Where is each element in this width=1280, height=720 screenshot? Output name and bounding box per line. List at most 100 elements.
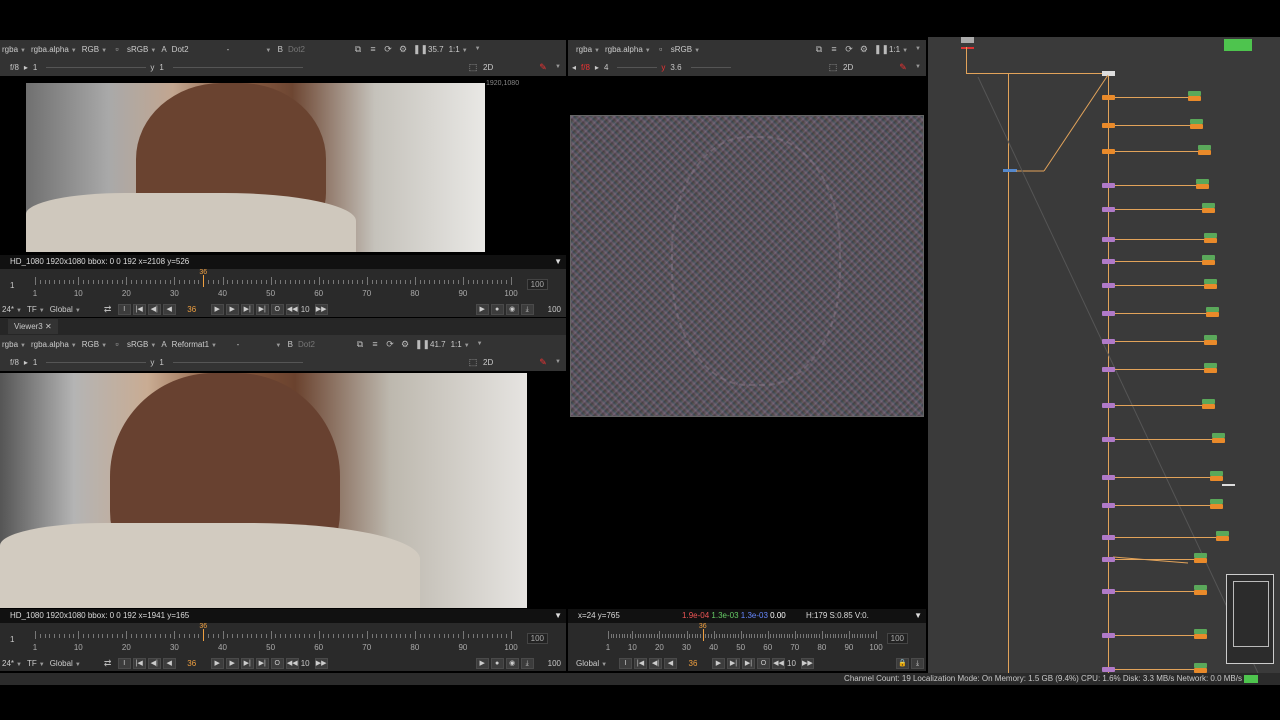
dag-node-orange[interactable] <box>1202 208 1215 213</box>
dag-node-purple[interactable] <box>1102 237 1115 242</box>
tab-viewer3[interactable]: Viewer3 ✕ <box>8 319 58 334</box>
region-icon[interactable]: ⬚ <box>828 62 838 72</box>
roi-icon[interactable]: ⧉ <box>355 339 365 349</box>
dag-node-purple[interactable] <box>1102 207 1115 212</box>
gain-slider[interactable] <box>46 66 147 68</box>
view-mode-select[interactable]: 2D <box>843 63 893 72</box>
play-mode-icon[interactable]: ▶ <box>475 303 489 315</box>
dag-node-orange[interactable] <box>1206 312 1219 317</box>
prev-key-icon[interactable]: ◀| <box>147 303 161 315</box>
out-point-icon[interactable]: O <box>757 657 770 669</box>
skip-forward-icon[interactable]: ▶▶ <box>800 657 814 669</box>
ratio-select[interactable]: 1:1 ▼ <box>449 45 468 54</box>
last-frame-icon[interactable]: ▶| <box>255 303 269 315</box>
proxy-icon[interactable]: ▫ <box>112 44 122 54</box>
in-point-icon[interactable]: I <box>117 303 131 315</box>
timeline-start-field[interactable]: 1 <box>10 281 14 290</box>
proxy-icon[interactable]: ▫ <box>112 339 122 349</box>
menu-icon[interactable]: ≡ <box>370 339 380 349</box>
last-frame-icon[interactable]: ▶| <box>742 657 755 669</box>
dag-node-orange[interactable] <box>1196 184 1209 189</box>
current-frame-field[interactable]: 36 <box>178 305 206 314</box>
timeline-ruler[interactable]: 1 10 20 30 40 50 60 70 80 90 100 36 100 <box>568 623 926 655</box>
more-select-2[interactable]: ▼ <box>915 64 921 70</box>
refresh-icon[interactable]: ⟳ <box>385 339 395 349</box>
paint-icon[interactable]: ✎ <box>538 62 548 72</box>
next-key-icon[interactable]: ▶| <box>240 657 254 669</box>
dag-node-purple[interactable] <box>1102 183 1115 188</box>
dag-node-orange[interactable] <box>1188 96 1201 101</box>
dag-node-purple[interactable] <box>1102 557 1115 562</box>
input-a-select[interactable]: Reformat1 ▼ <box>172 340 232 349</box>
dag-node-purple[interactable] <box>1102 339 1115 344</box>
dag-node-purple[interactable] <box>1102 503 1115 508</box>
input-b-select[interactable]: Dot2 <box>288 45 348 54</box>
play-forward-icon[interactable]: ▶ <box>210 657 224 669</box>
gain-step-icon[interactable]: ▸ <box>595 63 599 72</box>
gain-step-icon[interactable]: ▸ <box>24 358 28 367</box>
tf-select[interactable]: TF ▼ <box>27 659 45 668</box>
first-frame-icon[interactable]: |◀ <box>634 657 647 669</box>
ratio-select[interactable]: 1:1 ▼ <box>451 340 470 349</box>
gamma-field[interactable]: 1 <box>159 63 163 72</box>
dag-node-orange[interactable] <box>1102 149 1115 154</box>
dag-node-orange[interactable] <box>1204 238 1217 243</box>
pause-icon[interactable]: ❚❚ <box>874 44 889 54</box>
record-icon[interactable]: ● <box>490 657 504 669</box>
minimap-viewport[interactable] <box>1233 581 1269 647</box>
pause-icon[interactable]: ❚❚ <box>415 339 430 349</box>
gain-slider[interactable] <box>46 361 147 363</box>
current-frame-field[interactable]: 36 <box>679 659 707 668</box>
fps-select[interactable]: 24* ▼ <box>2 659 22 668</box>
gamma-field[interactable]: 3.6 <box>670 63 681 72</box>
gear-icon[interactable]: ⚙ <box>859 44 869 54</box>
more-select[interactable]: ▼ <box>915 46 921 52</box>
refresh-icon[interactable]: ⟳ <box>844 44 854 54</box>
lock-icon[interactable]: 🔒 <box>896 657 909 669</box>
input-a-select[interactable]: Dot2 <box>172 45 222 54</box>
step-field[interactable]: 10 <box>787 659 796 668</box>
first-frame-icon[interactable]: |◀ <box>132 657 146 669</box>
more-select[interactable]: ▼ <box>475 46 481 52</box>
dag-node-orange[interactable] <box>1102 95 1115 100</box>
roi-icon[interactable]: ⧉ <box>353 44 363 54</box>
next-frame-icon[interactable]: ▶ <box>225 303 239 315</box>
view-mode-select[interactable]: 2D <box>483 63 533 72</box>
prev-key-icon[interactable]: ◀| <box>649 657 662 669</box>
timeline-cursor[interactable] <box>203 629 205 641</box>
paint-icon[interactable]: ✎ <box>538 357 548 367</box>
current-frame-field[interactable]: 36 <box>178 659 206 668</box>
gamma-slider[interactable] <box>172 66 303 68</box>
in-point-icon[interactable]: I <box>619 657 632 669</box>
channels-select[interactable]: rgba ▼ <box>2 340 26 349</box>
dag-node-orange[interactable] <box>1202 404 1215 409</box>
region-icon[interactable]: ⬚ <box>468 62 478 72</box>
timeline-end-field[interactable]: 100 <box>526 633 548 644</box>
skip-forward-icon[interactable]: ▶▶ <box>314 657 328 669</box>
info-dropdown-icon[interactable]: ▼ <box>554 609 562 623</box>
timeline-start-field[interactable]: 1 <box>10 635 14 644</box>
play-forward-icon[interactable]: ▶ <box>712 657 725 669</box>
gear-icon[interactable]: ⚙ <box>400 339 410 349</box>
out-point-icon[interactable]: O <box>270 303 284 315</box>
colorspace-select[interactable]: sRGB ▼ <box>671 45 721 54</box>
info-dropdown-icon[interactable]: ▼ <box>914 609 922 623</box>
gamma-label[interactable]: y <box>661 63 665 72</box>
dag-node-purple[interactable] <box>1102 367 1115 372</box>
roi-icon[interactable]: ⧉ <box>814 44 824 54</box>
download-icon[interactable]: ⤓ <box>520 303 534 315</box>
timeline-ruler[interactable]: 1 1 10 20 30 40 50 60 70 80 90 100 36 100 <box>0 623 566 655</box>
dag-node-orange[interactable] <box>1204 368 1217 373</box>
timeline-ruler[interactable]: 1 1 10 20 30 40 50 60 70 80 90 100 36 100 <box>0 269 566 301</box>
record-icon[interactable]: ● <box>490 303 504 315</box>
download-icon[interactable]: ⤓ <box>520 657 534 669</box>
node-graph[interactable] <box>928 37 1280 673</box>
pause-icon[interactable]: ❚❚ <box>413 44 428 54</box>
global-select[interactable]: Global ▼ <box>50 659 98 668</box>
skip-back-icon[interactable]: ◀◀ <box>285 303 299 315</box>
layer-select[interactable]: rgba.alpha ▼ <box>31 340 77 349</box>
prev-frame-icon[interactable]: ◀ <box>162 657 176 669</box>
composite-select[interactable]: - ▼ <box>227 45 273 54</box>
dag-node-purple[interactable] <box>1102 311 1115 316</box>
in-point-icon[interactable]: I <box>117 657 131 669</box>
